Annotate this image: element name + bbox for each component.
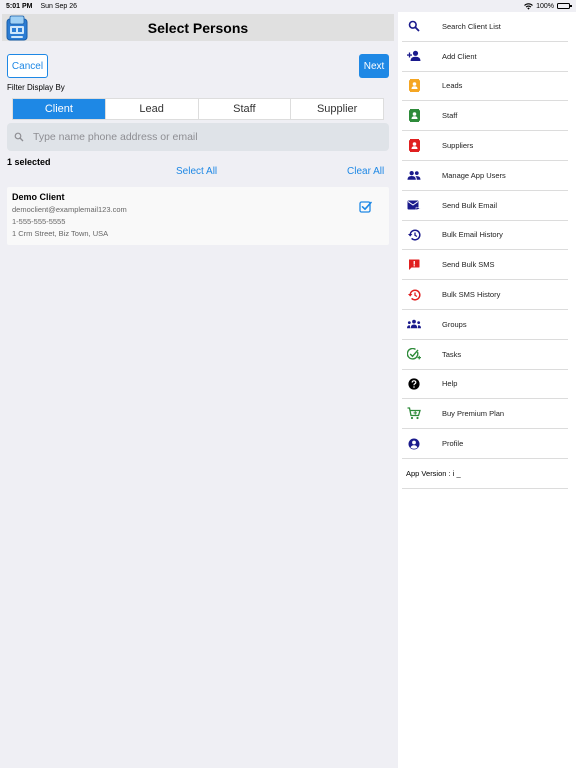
app-logo-icon xyxy=(6,15,28,41)
main-panel: Select Persons Cancel Next Filter Displa… xyxy=(0,12,396,768)
filter-tab-supplier[interactable]: Supplier xyxy=(291,99,383,119)
status-time: 5:01 PM xyxy=(6,2,33,10)
clear-all-button[interactable]: Clear All xyxy=(347,166,384,177)
search-input[interactable] xyxy=(33,131,363,143)
client-address: 1 Crm Street, Biz Town, USA xyxy=(12,229,109,238)
wifi-icon xyxy=(524,2,533,10)
status-right: 100% xyxy=(524,2,572,10)
page-title: Select Persons xyxy=(147,19,249,36)
groups-icon xyxy=(407,317,421,331)
client-list-item[interactable]: Demo Client democlient@examplemail123.co… xyxy=(7,187,389,245)
manage-users-icon xyxy=(407,168,421,182)
menu-item-label: Bulk SMS History xyxy=(442,290,501,300)
menu-item-groups[interactable]: Groups xyxy=(402,310,568,340)
cancel-button[interactable]: Cancel xyxy=(7,54,48,78)
menu-item-label: Send Bulk Email xyxy=(442,200,498,210)
filter-label: Filter Display By xyxy=(7,83,65,92)
menu-item-label: Search Client List xyxy=(442,21,501,31)
menu-item-label: Bulk Email History xyxy=(442,230,503,240)
client-phone: 1-555-555-5555 xyxy=(12,217,66,226)
status-bar: 5:01 PM Sun Sep 26 100% xyxy=(0,0,576,12)
menu-item-label: Buy Premium Plan xyxy=(442,409,505,419)
bulk-sms-icon xyxy=(407,258,421,272)
menu-item-label: Send Bulk SMS xyxy=(442,260,495,270)
filter-segmented-control: Client Lead Staff Supplier xyxy=(12,98,384,120)
help-icon xyxy=(407,377,421,391)
menu-item-profile[interactable]: Profile xyxy=(402,429,568,459)
select-all-button[interactable]: Select All xyxy=(176,166,217,177)
menu-item-bulk-email-history[interactable]: Bulk Email History xyxy=(402,221,568,251)
cart-icon xyxy=(407,407,421,421)
email-history-icon xyxy=(407,228,421,242)
menu-item-label: Manage App Users xyxy=(442,170,506,180)
search-icon xyxy=(407,19,421,33)
menu-item-staff[interactable]: Staff xyxy=(402,101,568,132)
client-email: democlient@examplemail123.com xyxy=(12,205,127,214)
app-version: App Version : i _ xyxy=(402,459,568,489)
leads-contact-icon xyxy=(407,79,421,93)
menu-item-bulk-sms-history[interactable]: Bulk SMS History xyxy=(402,280,568,310)
menu-item-label: Groups xyxy=(442,319,467,329)
menu-item-buy-premium-plan[interactable]: Buy Premium Plan xyxy=(402,399,568,430)
menu-item-manage-app-users[interactable]: Manage App Users xyxy=(402,161,568,191)
nav-bar: Select Persons xyxy=(2,14,394,41)
selected-count: 1 selected xyxy=(7,157,51,167)
menu-item-send-bulk-sms[interactable]: Send Bulk SMS xyxy=(402,250,568,281)
menu-item-search-client-list[interactable]: Search Client List xyxy=(402,12,568,42)
menu-item-label: Profile xyxy=(442,439,464,449)
suppliers-contact-icon xyxy=(407,139,421,153)
menu-item-label: Tasks xyxy=(442,349,462,359)
menu-item-add-client[interactable]: Add Client xyxy=(402,42,568,72)
menu-item-help[interactable]: Help xyxy=(402,370,568,400)
staff-contact-icon xyxy=(407,109,421,123)
sms-history-icon xyxy=(407,288,421,302)
filter-tab-staff[interactable]: Staff xyxy=(199,99,292,119)
menu-item-suppliers[interactable]: Suppliers xyxy=(402,131,568,161)
profile-icon xyxy=(407,437,421,451)
menu-item-leads[interactable]: Leads xyxy=(402,72,568,102)
menu-item-label: Staff xyxy=(442,111,458,121)
side-menu: Search Client List Add Client Leads Staf… xyxy=(398,12,576,768)
add-person-icon xyxy=(407,49,421,63)
menu-item-label: Help xyxy=(442,379,458,389)
menu-item-label: Leads xyxy=(442,81,463,91)
battery-percent: 100% xyxy=(536,2,554,10)
menu-item-send-bulk-email[interactable]: Send Bulk Email xyxy=(402,191,568,221)
bulk-email-icon xyxy=(407,198,421,212)
filter-tab-lead[interactable]: Lead xyxy=(106,99,199,119)
menu-item-label: Add Client xyxy=(442,51,477,61)
status-date: Sun Sep 26 xyxy=(40,2,78,10)
checkbox-checked-icon[interactable] xyxy=(359,200,372,213)
filter-tab-client[interactable]: Client xyxy=(13,99,106,119)
search-bar xyxy=(7,123,389,151)
client-name: Demo Client xyxy=(12,192,65,202)
battery-icon xyxy=(557,3,572,9)
search-icon xyxy=(14,132,24,142)
menu-item-label: Suppliers xyxy=(442,141,474,151)
menu-item-tasks[interactable]: Tasks xyxy=(402,340,568,370)
tasks-icon xyxy=(407,347,421,361)
next-button[interactable]: Next xyxy=(359,54,389,78)
